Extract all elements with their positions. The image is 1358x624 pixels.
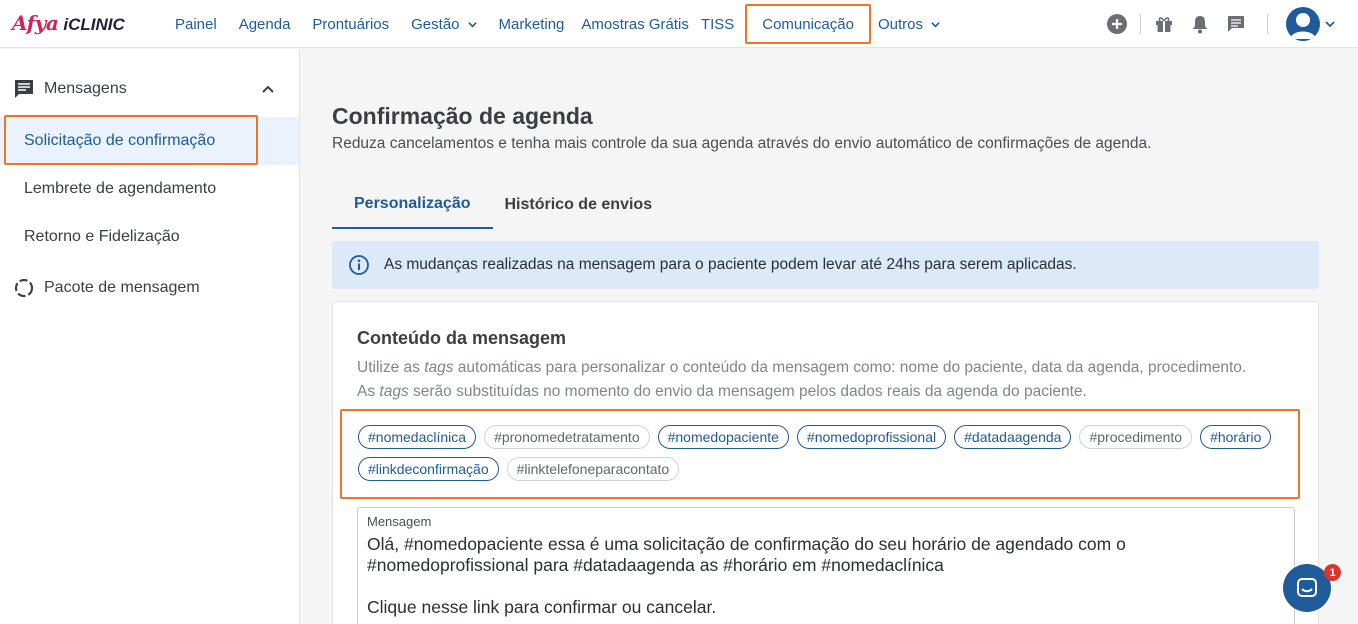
chevron-up-icon — [262, 85, 274, 93]
nav-gestao[interactable]: Gestão — [400, 0, 487, 48]
desc-italic: tags — [424, 359, 454, 376]
nav-tiss-label: TISS — [700, 15, 735, 33]
tag-chip[interactable]: #horário — [1200, 425, 1272, 449]
nav-prontuarios-label: Prontuários — [312, 15, 390, 33]
card-description-line-2: As tags serão substituídas no momento do… — [357, 380, 1297, 404]
sidebar-item-label: Lembrete de agendamento — [24, 180, 217, 197]
main-content: Confirmação de agenda Reduza cancelament… — [300, 49, 1358, 624]
tag-chip[interactable]: #procedimento — [1079, 425, 1193, 449]
nav-marketing[interactable]: Marketing — [488, 0, 576, 48]
sidebar-item-pacote-mensagem[interactable]: Pacote de mensagem — [0, 264, 299, 312]
tag-chip[interactable]: #linktelefoneparacontato — [506, 457, 680, 481]
desc-text: automáticas para personalizar o conteúdo… — [453, 359, 1247, 376]
sidebar-item-retorno-fidelizacao[interactable]: Retorno e Fidelização — [0, 213, 299, 261]
sidebar-item-lembrete-agendamento[interactable]: Lembrete de agendamento — [0, 165, 299, 213]
sidebar-item-label: Retorno e Fidelização — [24, 228, 180, 245]
nav-comunicacao[interactable]: Comunicação — [744, 0, 872, 48]
nav-prontuarios[interactable]: Prontuários — [301, 0, 400, 48]
gift-icon[interactable] — [1153, 13, 1175, 35]
page-subtitle: Reduza cancelamentos e tenha mais contro… — [332, 135, 1152, 152]
nav-outros-label: Outros — [877, 15, 923, 33]
tag-chip[interactable]: #datadaagenda — [954, 425, 1072, 449]
tag-chip[interactable]: #nomedoprofissional — [796, 425, 947, 449]
message-icon — [15, 80, 33, 98]
top-navbar: Afya iCLINIC Painel Agenda Prontuários G… — [0, 0, 1358, 48]
desc-text: Utilize as — [357, 359, 425, 376]
nav-painel-label: Painel — [175, 15, 217, 33]
tag-chip[interactable]: #nomedopaciente — [657, 425, 789, 449]
alert-text: As mudanças realizadas na mensagem para … — [384, 256, 1077, 273]
plus-circle-icon[interactable] — [1106, 13, 1128, 35]
highlight-box — [4, 115, 258, 165]
desc-italic: tags — [379, 383, 409, 400]
tag-chip[interactable]: #linkdeconfirmação — [358, 457, 499, 481]
top-actions — [1106, 0, 1358, 48]
chat-icon[interactable] — [1225, 13, 1247, 35]
nav-comunicacao-label: Comunicação — [762, 15, 854, 33]
tags-highlight-box: #nomedaclínica #pronomedetratamento #nom… — [340, 409, 1300, 499]
tab-historico-envios[interactable]: Histórico de envios — [493, 181, 675, 229]
info-icon — [349, 255, 369, 275]
sidebar-item-solicitacao-confirmacao[interactable]: Solicitação de confirmação — [0, 115, 299, 165]
chevron-down-icon — [931, 21, 940, 27]
message-text[interactable]: Olá, #nomedopaciente essa é uma solicita… — [367, 534, 1267, 618]
afya-iclinic-logo[interactable]: Afya iCLINIC — [12, 11, 125, 37]
sidebar-item-label: Pacote de mensagem — [44, 279, 200, 296]
divider — [1140, 14, 1141, 34]
tag-chip[interactable]: #nomedaclínica — [358, 425, 477, 449]
nav-outros[interactable]: Outros — [872, 0, 951, 48]
logo-afya-text: Afya — [12, 11, 59, 35]
tag-chip[interactable]: #pronomedetratamento — [484, 425, 650, 449]
nav-gestao-label: Gestão — [411, 15, 460, 33]
notification-badge: 1 — [1324, 564, 1341, 581]
desc-text: As — [357, 383, 380, 400]
chevron-down-icon[interactable] — [1322, 13, 1338, 35]
divider — [1267, 14, 1268, 34]
bell-icon[interactable] — [1189, 13, 1211, 35]
nav-amostras-gratis-label: Amostras Grátis — [581, 15, 689, 33]
card-title: Conteúdo da mensagem — [357, 328, 567, 348]
nav-painel[interactable]: Painel — [164, 0, 228, 48]
sidebar-group-label: Mensagens — [44, 80, 127, 97]
tab-personalizacao[interactable]: Personalização — [332, 181, 493, 229]
nav-amostras-gratis[interactable]: Amostras Grátis — [575, 0, 695, 48]
sidebar-group-mensagens[interactable]: Mensagens — [0, 65, 299, 113]
message-label: Mensagem — [367, 514, 432, 529]
tabs: Personalização Histórico de envios — [332, 181, 1318, 229]
tag-list: #nomedaclínica #pronomedetratamento #nom… — [358, 425, 1288, 481]
card-description-line-1: Utilize as tags automáticas para persona… — [357, 356, 1297, 380]
nav-tiss[interactable]: TISS — [695, 0, 744, 48]
desc-text: serão substituídas no momento do envio d… — [408, 383, 1087, 400]
chevron-down-icon — [467, 21, 477, 27]
logo-iclinic-text: iCLINIC — [63, 15, 125, 34]
sidebar: Mensagens Solicitação de confirmação Lem… — [0, 49, 300, 624]
nav-marketing-label: Marketing — [498, 15, 565, 33]
nav-agenda[interactable]: Agenda — [228, 0, 302, 48]
loading-circle-icon — [14, 278, 34, 298]
chat-bubble-icon — [1297, 578, 1317, 597]
message-content-card: Conteúdo da mensagem Utilize as tags aut… — [332, 301, 1319, 624]
message-textarea[interactable]: Mensagem Olá, #nomedopaciente essa é uma… — [357, 507, 1295, 624]
nav-agenda-label: Agenda — [238, 15, 291, 33]
avatar-icon[interactable] — [1286, 7, 1320, 41]
page-title: Confirmação de agenda — [332, 103, 593, 129]
card-description: Utilize as tags automáticas para persona… — [357, 356, 1297, 404]
main-nav: Painel Agenda Prontuários Gestão Marketi… — [164, 0, 951, 48]
info-alert: As mudanças realizadas na mensagem para … — [332, 241, 1319, 289]
